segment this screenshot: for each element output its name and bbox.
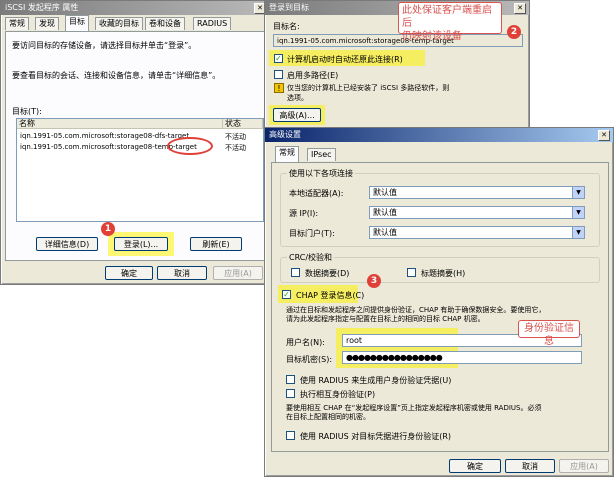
mutual-auth-label: 执行相互身份验证(P) <box>300 390 376 399</box>
instruction-details: 要查看目标的会话、连接和设备信息，请单击“详细信息”。 <box>12 71 221 80</box>
cancel-button[interactable]: 取消 <box>157 266 207 280</box>
advanced-titlebar: 高级设置 ✕ <box>265 128 613 142</box>
targets-panel: 要访问目标的存储设备，请选择目标并单击“登录”。 要查看目标的会话、连接和设备信… <box>5 31 267 261</box>
window-title: 登录到目标 <box>269 3 309 12</box>
mutual-description-2: 在目标上配置相同的机密。 <box>286 413 370 421</box>
local-adapter-label: 本地适配器(A): <box>289 189 344 198</box>
auto-restore-checkbox[interactable]: ✓ <box>274 54 283 63</box>
tab-general[interactable]: 常规 <box>275 146 299 162</box>
chevron-down-icon[interactable]: ▼ <box>572 207 584 218</box>
local-adapter-select[interactable]: 默认值 ▼ <box>369 186 585 199</box>
callout-line-1: 此处保证客户端重启后 <box>402 5 492 29</box>
source-ip-value: 默认值 <box>373 208 397 217</box>
column-header-status[interactable]: 状态 <box>223 119 263 129</box>
data-digest-label: 数据摘要(D) <box>305 269 350 278</box>
table-row[interactable]: iqn.1991-05.com.microsoft:storage08-dfs-… <box>20 132 189 140</box>
target-portal-value: 默认值 <box>373 228 397 237</box>
step-1-badge: 1 <box>101 222 115 236</box>
connect-group: 使用以下各项连接 本地适配器(A): 默认值 ▼ 源 IP(I): 默认值 ▼ … <box>280 168 600 247</box>
tab-ipsec[interactable]: IPsec <box>307 148 336 161</box>
close-icon[interactable]: ✕ <box>514 3 526 14</box>
ok-button[interactable]: 确定 <box>449 459 501 473</box>
column-header-name[interactable]: 名称 <box>17 119 223 129</box>
secret-label: 目标机密(S): <box>286 355 333 364</box>
window-title: 高级设置 <box>269 130 301 139</box>
advanced-button[interactable]: 高级(A)... <box>273 108 321 122</box>
targets-list: 名称 状态 iqn.1991-05.com.microsoft:storage0… <box>16 118 264 222</box>
local-adapter-value: 默认值 <box>373 188 397 197</box>
advanced-general-panel: 使用以下各项连接 本地适配器(A): 默认值 ▼ 源 IP(I): 默认值 ▼ … <box>271 162 609 452</box>
apply-button[interactable]: 应用(A) <box>213 266 263 280</box>
advanced-settings-window: 高级设置 ✕ 常规 IPsec 使用以下各项连接 本地适配器(A): 默认值 ▼… <box>264 127 614 477</box>
cancel-button[interactable]: 取消 <box>505 459 555 473</box>
mutual-auth-checkbox[interactable] <box>286 389 295 398</box>
tab-volumes-devices[interactable]: 卷和设备 <box>145 17 185 30</box>
details-button[interactable]: 详细信息(D) <box>36 237 98 251</box>
tab-radius[interactable]: RADIUS <box>193 17 232 30</box>
header-digest-checkbox[interactable] <box>407 268 416 277</box>
step-3-badge: 3 <box>367 274 381 288</box>
crc-group-label: CRC/校验和 <box>287 252 335 263</box>
tab-targets[interactable]: 目标 <box>65 15 89 31</box>
ok-button[interactable]: 确定 <box>105 266 153 280</box>
row-status: 不活动 <box>225 133 246 141</box>
close-icon[interactable]: ✕ <box>598 130 610 141</box>
iscsi-properties-titlebar: iSCSI 发起程序 属性 ✕ <box>1 1 269 15</box>
apply-button[interactable]: 应用(A) <box>559 459 609 473</box>
data-digest-checkbox[interactable] <box>291 268 300 277</box>
radius-user-label: 使用 RADIUS 来生成用户身份验证凭据(U) <box>300 376 452 385</box>
row-status: 不活动 <box>225 144 246 152</box>
highlight-circle <box>167 137 213 155</box>
chap-label: CHAP 登录信息(C) <box>296 291 365 300</box>
info-icon: ! <box>274 83 284 93</box>
radius-user-checkbox[interactable] <box>286 375 295 384</box>
instruction-login: 要访问目标的存储设备，请选择目标并单击“登录”。 <box>12 41 197 50</box>
secret-field[interactable]: ●●●●●●●●●●●●●●●● <box>342 351 582 364</box>
multipath-checkbox[interactable] <box>274 70 283 79</box>
login-button[interactable]: 登录(L)... <box>114 237 168 251</box>
tab-discovery[interactable]: 发现 <box>35 17 59 30</box>
chap-checkbox[interactable]: ✓ <box>282 290 291 299</box>
target-portal-select[interactable]: 默认值 ▼ <box>369 226 585 239</box>
header-digest-label: 标题摘要(H) <box>421 269 466 278</box>
multipath-warning-line1: 仅当您的计算机上已经安装了 iSCSI 多路径软件，则 <box>287 84 450 92</box>
username-label: 用户名(N): <box>286 338 325 347</box>
tab-favorite-targets[interactable]: 收藏的目标 <box>95 17 143 30</box>
refresh-button[interactable]: 刷新(E) <box>190 237 242 251</box>
callout-line-2: 仍映射该设备 <box>402 31 462 42</box>
auto-restore-label: 计算机启动时自动还原此连接(R) <box>287 55 403 64</box>
step-2-badge: 2 <box>507 25 521 39</box>
source-ip-label: 源 IP(I): <box>289 209 319 218</box>
source-ip-select[interactable]: 默认值 ▼ <box>369 206 585 219</box>
multipath-label: 启用多路径(E) <box>287 71 339 80</box>
radius-target-label: 使用 RADIUS 对目标凭据进行身份验证(R) <box>300 432 452 441</box>
tab-general[interactable]: 常规 <box>5 17 29 30</box>
iscsi-properties-window: iSCSI 发起程序 属性 ✕ 常规 发现 目标 收藏的目标 卷和设备 RADI… <box>0 0 270 285</box>
radius-target-checkbox[interactable] <box>286 431 295 440</box>
callout-auto-restore: 此处保证客户端重启后 仍映射该设备 <box>398 2 502 42</box>
crc-group: CRC/校验和 数据摘要(D) 标题摘要(H) <box>280 252 600 283</box>
chevron-down-icon[interactable]: ▼ <box>572 187 584 198</box>
window-title: iSCSI 发起程序 属性 <box>5 3 79 12</box>
chevron-down-icon[interactable]: ▼ <box>572 227 584 238</box>
connect-group-label: 使用以下各项连接 <box>287 168 355 179</box>
targets-label: 目标(T): <box>12 107 42 116</box>
target-name-label: 目标名: <box>273 22 300 31</box>
multipath-warning-line2: 选项。 <box>287 94 308 102</box>
target-portal-label: 目标门户(T): <box>289 229 335 238</box>
chap-description-2: 请为此发起程序指定与配置在目标上的相同的目标 CHAP 机密。 <box>286 315 485 323</box>
callout-auth-info: 身份验证信息 <box>518 320 580 347</box>
